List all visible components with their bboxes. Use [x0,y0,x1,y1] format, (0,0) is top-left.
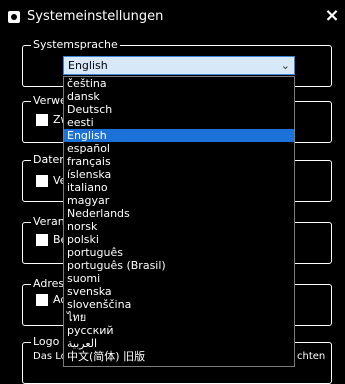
language-option[interactable]: português (Brasil) [64,259,294,272]
data-checkbox[interactable] [36,175,48,187]
language-option[interactable]: español [64,142,294,155]
language-option[interactable]: magyar [64,194,294,207]
language-option[interactable]: čeština [64,77,294,90]
logo-description-right: chten [297,351,326,362]
language-option[interactable]: svenska [64,285,294,298]
language-select-value: English [68,59,108,72]
title-bar: Systemeinstellungen × [0,0,345,34]
language-dropdown-list[interactable]: čeština dansk Deutsch eesti English español fr… [63,76,295,367]
system-language-legend: Systemsprache [31,38,120,52]
settings-icon [8,11,20,23]
language-option[interactable]: 中文(简体) 旧版 [64,350,294,363]
language-option[interactable]: English [64,129,294,142]
event-checkbox[interactable] [36,234,48,246]
language-option[interactable]: dansk [64,90,294,103]
window-title: Systemeinstellungen [27,9,164,24]
language-option[interactable]: slovenščina [64,298,294,311]
language-option[interactable]: Nederlands [64,207,294,220]
close-button[interactable]: × [324,7,340,25]
usage-checkbox[interactable] [36,114,48,126]
language-option[interactable]: norsk [64,220,294,233]
language-option[interactable]: русский [64,324,294,337]
logo-description-left: Das Lo [33,351,67,362]
language-option[interactable]: العربية [64,337,294,350]
chevron-down-icon: ⌄ [280,59,290,72]
language-option[interactable]: íslenska [64,168,294,181]
language-select[interactable]: English ⌄ [63,56,295,75]
language-option[interactable]: Deutsch [64,103,294,116]
language-option[interactable]: italiano [64,181,294,194]
language-option[interactable]: suomi [64,272,294,285]
address-checkbox[interactable] [36,294,48,306]
language-option[interactable]: eesti [64,116,294,129]
language-option[interactable]: français [64,155,294,168]
language-option[interactable]: ไทย [64,311,294,324]
language-option[interactable]: polski [64,233,294,246]
language-option[interactable]: português [64,246,294,259]
